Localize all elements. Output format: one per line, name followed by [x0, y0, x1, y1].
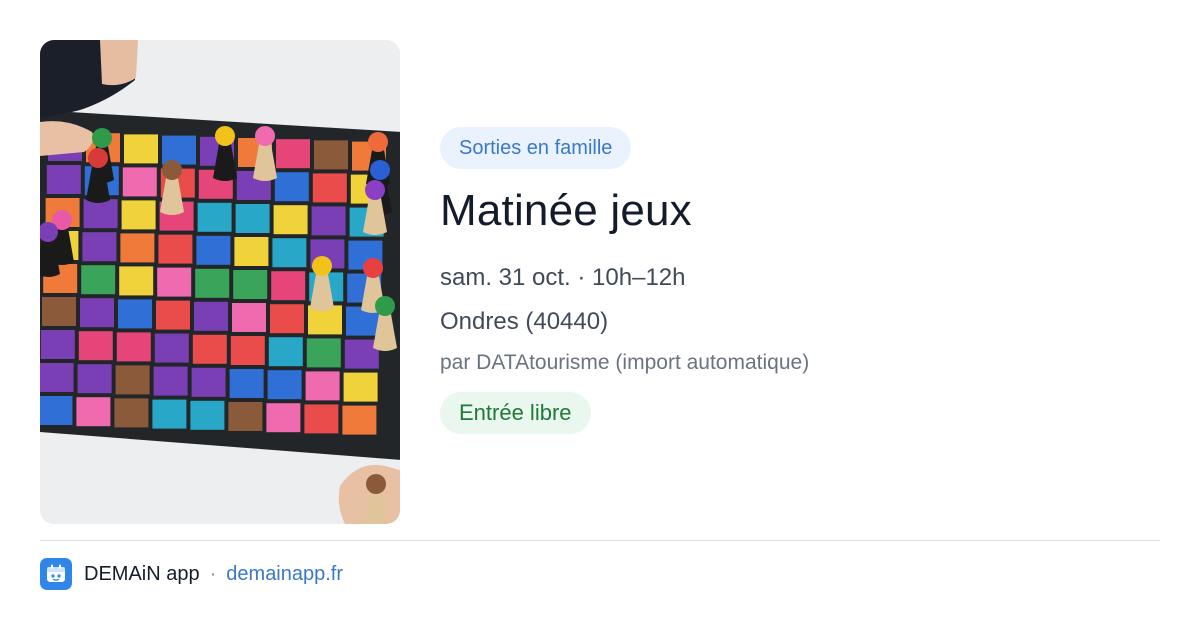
pawn-head: [255, 126, 275, 146]
board-square: [118, 299, 152, 329]
pawn-head: [88, 148, 108, 168]
board-square: [157, 267, 192, 297]
board-square: [81, 265, 116, 295]
board-square: [228, 402, 263, 431]
pawn-head: [365, 180, 385, 200]
board-square: [158, 234, 193, 264]
board-square: [271, 271, 306, 301]
board-square: [120, 233, 155, 263]
board-square: [154, 333, 189, 363]
board-square: [195, 268, 230, 298]
board-square: [162, 135, 196, 165]
board-square: [83, 199, 118, 229]
pawn-head: [366, 474, 386, 494]
board-square: [116, 332, 151, 362]
board-square: [197, 202, 232, 232]
board-square: [122, 167, 157, 197]
board-square: [82, 232, 117, 262]
board-square: [272, 238, 307, 268]
board-square: [78, 331, 113, 361]
board-square: [156, 300, 190, 330]
board-square: [42, 297, 76, 326]
board-square: [270, 304, 304, 334]
demain-logo-icon: [40, 558, 72, 590]
board-square: [76, 397, 111, 427]
category-badge[interactable]: Sorties en famille: [440, 127, 632, 169]
app-name: DEMAiN app: [84, 562, 200, 585]
footer: DEMAiN app · demainapp.fr: [40, 558, 343, 590]
board-square: [40, 396, 73, 425]
board-square: [266, 403, 301, 433]
board-square: [274, 172, 309, 202]
board-square: [305, 371, 340, 401]
event-details: Sorties en famille Matinée jeux sam. 31 …: [440, 127, 1160, 434]
board-square: [306, 338, 341, 368]
pawn-head: [363, 258, 383, 278]
board-square: [121, 200, 156, 230]
price-badge: Entrée libre: [440, 392, 591, 434]
domain-link[interactable]: demainapp.fr: [226, 563, 343, 586]
board-square: [196, 235, 231, 265]
board-square: [344, 339, 379, 369]
footer-divider: [40, 540, 1160, 541]
board-square: [229, 369, 264, 398]
board-square: [312, 173, 347, 203]
board-square: [115, 365, 150, 395]
board-square: [80, 298, 114, 328]
board-square: [230, 336, 265, 365]
board-square: [46, 165, 81, 194]
board-square: [343, 372, 378, 402]
pawn-head: [312, 256, 332, 276]
board-square: [124, 134, 158, 164]
pawn-head: [215, 126, 235, 146]
board-square: [233, 270, 268, 299]
board-square: [190, 400, 225, 430]
footer-separator: ·: [209, 562, 217, 585]
pawn-head: [368, 132, 388, 152]
pawn-head: [375, 296, 395, 316]
board-square: [342, 405, 377, 435]
board-square: [276, 139, 310, 169]
event-title: Matinée jeux: [440, 186, 692, 235]
board-square: [119, 266, 154, 296]
board-square: [235, 204, 270, 233]
board-square: [273, 205, 308, 235]
board-square: [232, 303, 266, 332]
board-square: [153, 366, 188, 396]
board-square: [77, 364, 112, 394]
pawn-head: [162, 160, 182, 180]
event-photo: [40, 40, 400, 524]
board-square: [192, 334, 227, 364]
event-source: par DATAtourisme (import automatique): [440, 351, 810, 374]
board-square: [314, 140, 348, 170]
pawn-head: [370, 160, 390, 180]
board-square: [268, 337, 303, 367]
board-square: [191, 367, 226, 397]
event-location: Ondres (40440): [440, 308, 609, 335]
board-square: [40, 330, 75, 359]
board-square: [304, 404, 339, 434]
board-square: [114, 398, 149, 428]
pawn-head: [92, 128, 112, 148]
board-square: [194, 301, 228, 331]
board-square: [267, 370, 302, 400]
event-datetime: sam. 31 oct. · 10h–12h: [440, 264, 686, 291]
board-square: [152, 399, 187, 429]
board-square: [40, 363, 74, 392]
board-square: [311, 206, 346, 236]
board-square: [234, 237, 269, 266]
